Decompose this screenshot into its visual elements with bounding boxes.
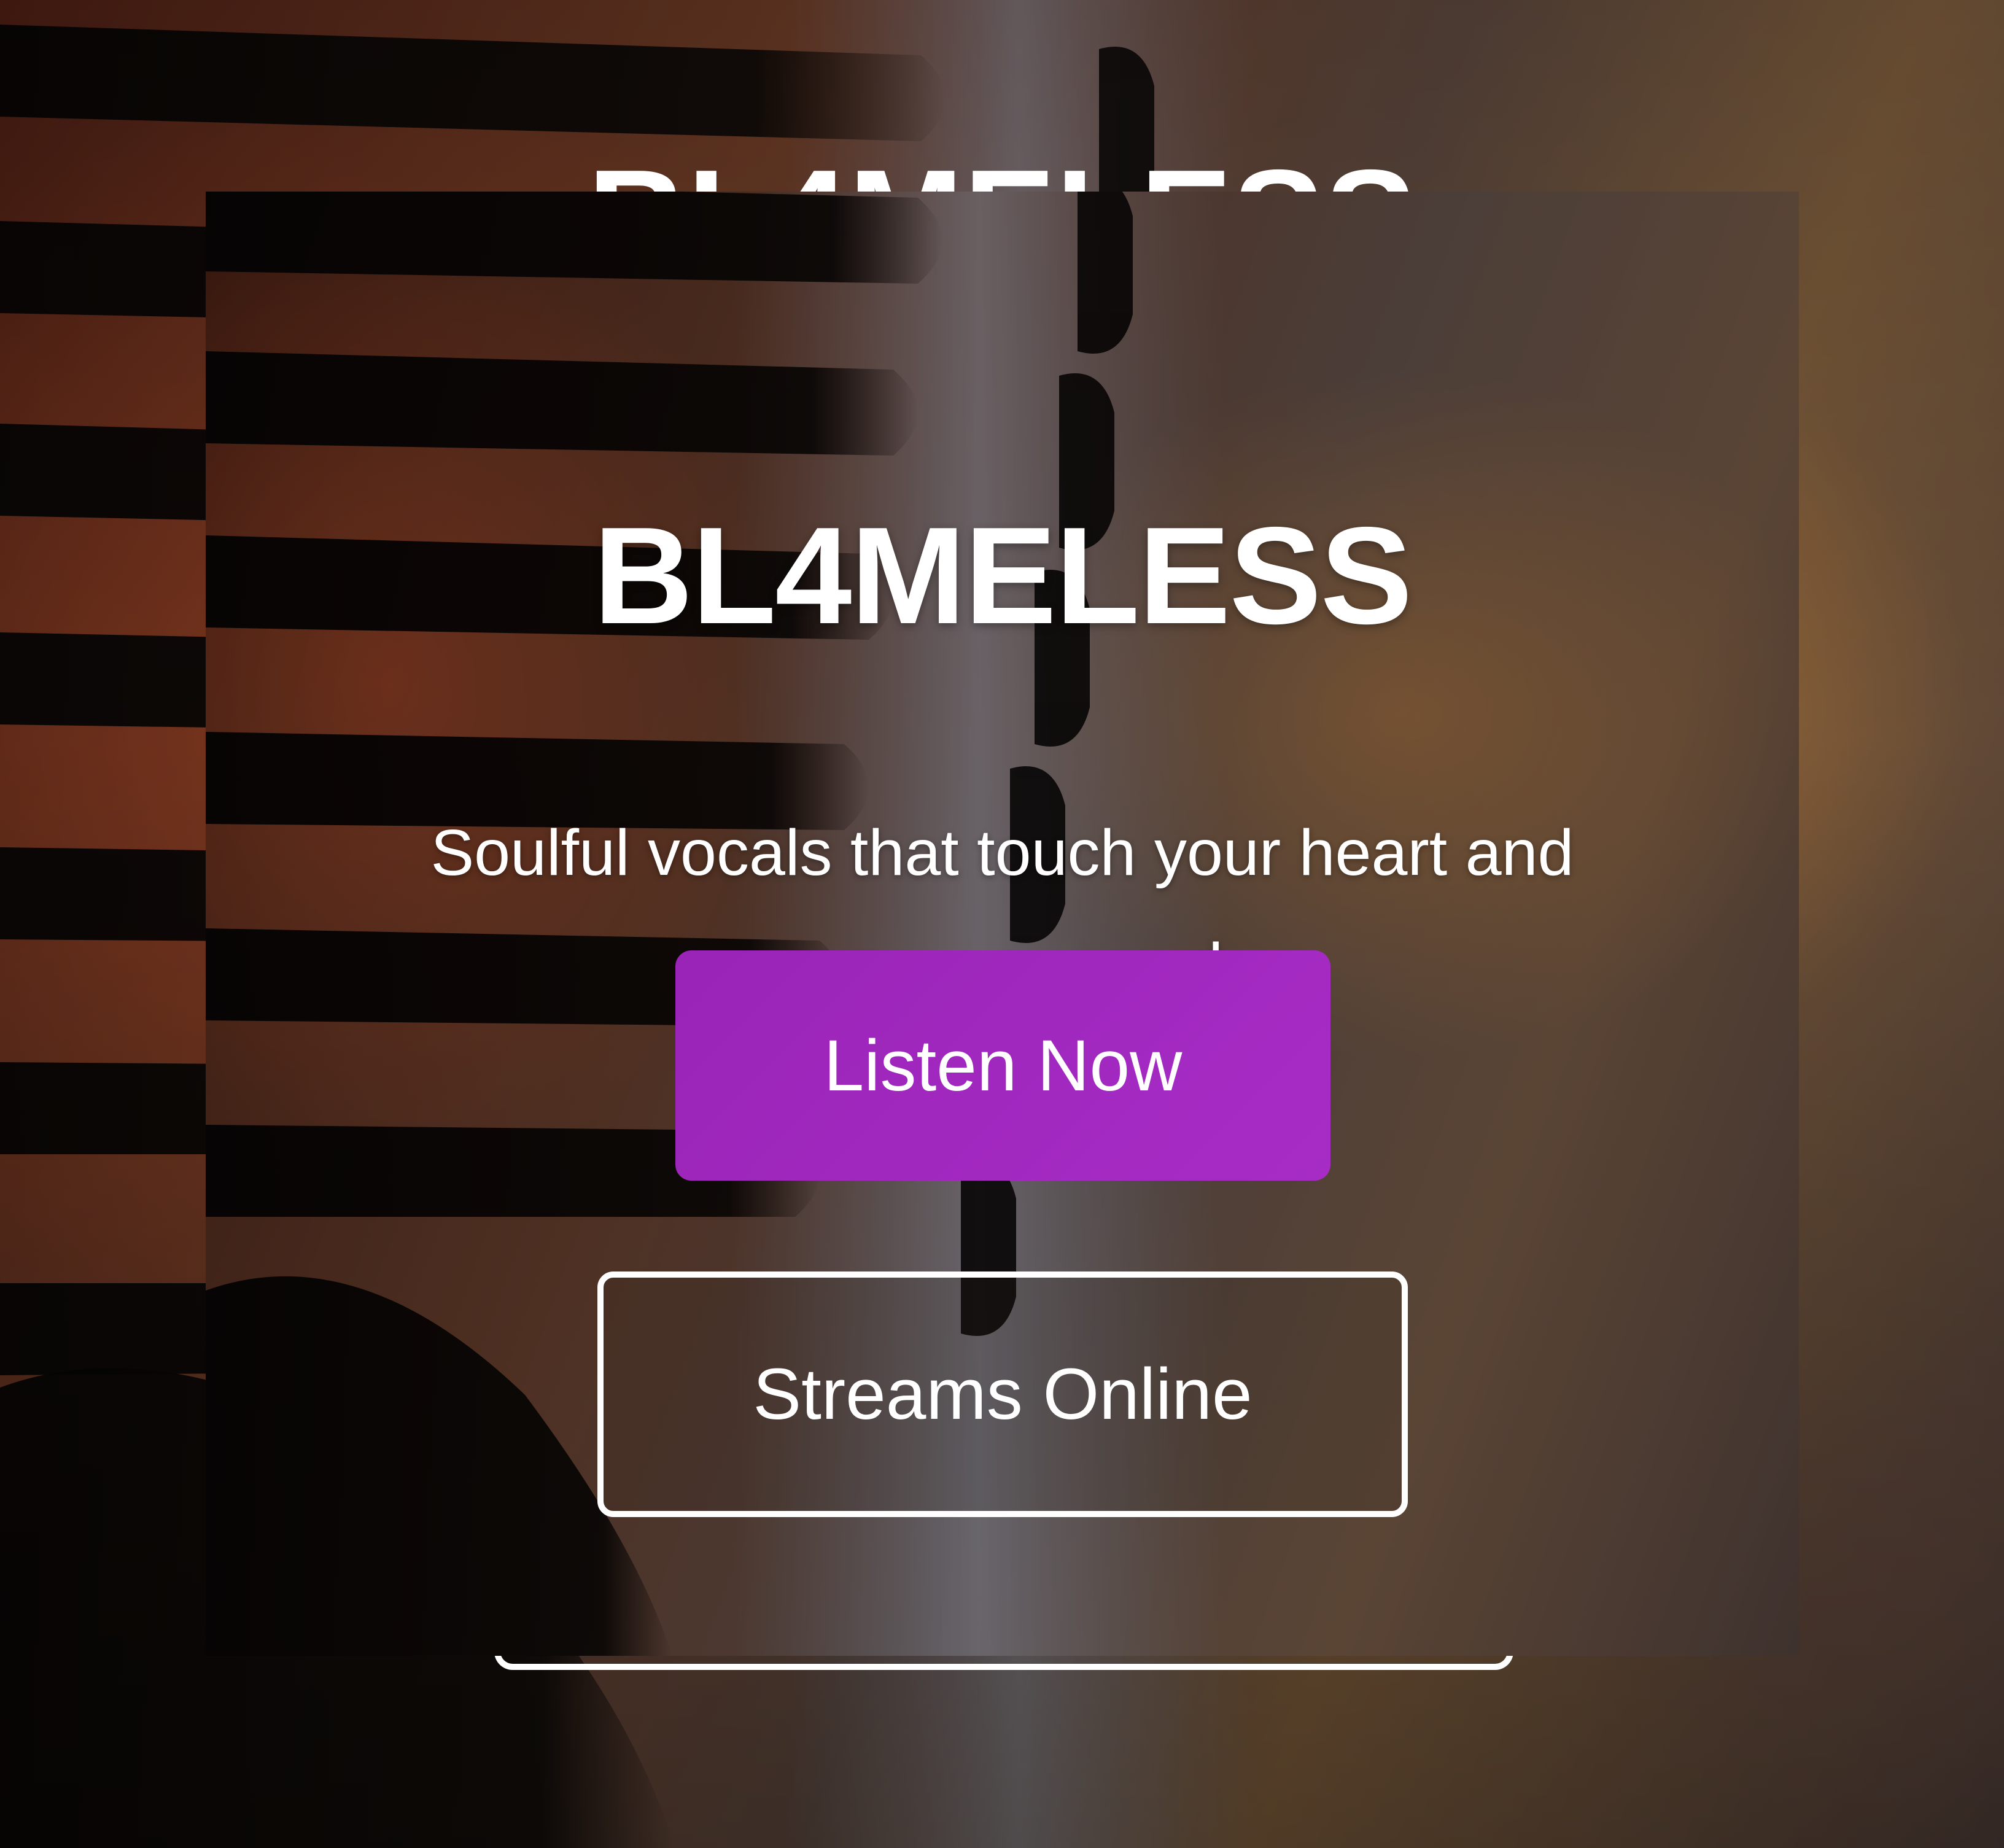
listen-now-label: Listen Now	[823, 1025, 1183, 1106]
background-title-text: BL4MELESS	[0, 141, 2004, 192]
hero-section: BL4MELESS Soulful vocals that touch your…	[206, 192, 1799, 1656]
streams-online-button[interactable]: Streams Online	[597, 1271, 1408, 1517]
page-title: BL4MELESS	[593, 498, 1412, 653]
listen-now-button[interactable]: Listen Now	[675, 950, 1330, 1181]
background-title-peek: BL4MELESS	[0, 141, 2004, 192]
streams-online-label: Streams Online	[753, 1354, 1252, 1435]
